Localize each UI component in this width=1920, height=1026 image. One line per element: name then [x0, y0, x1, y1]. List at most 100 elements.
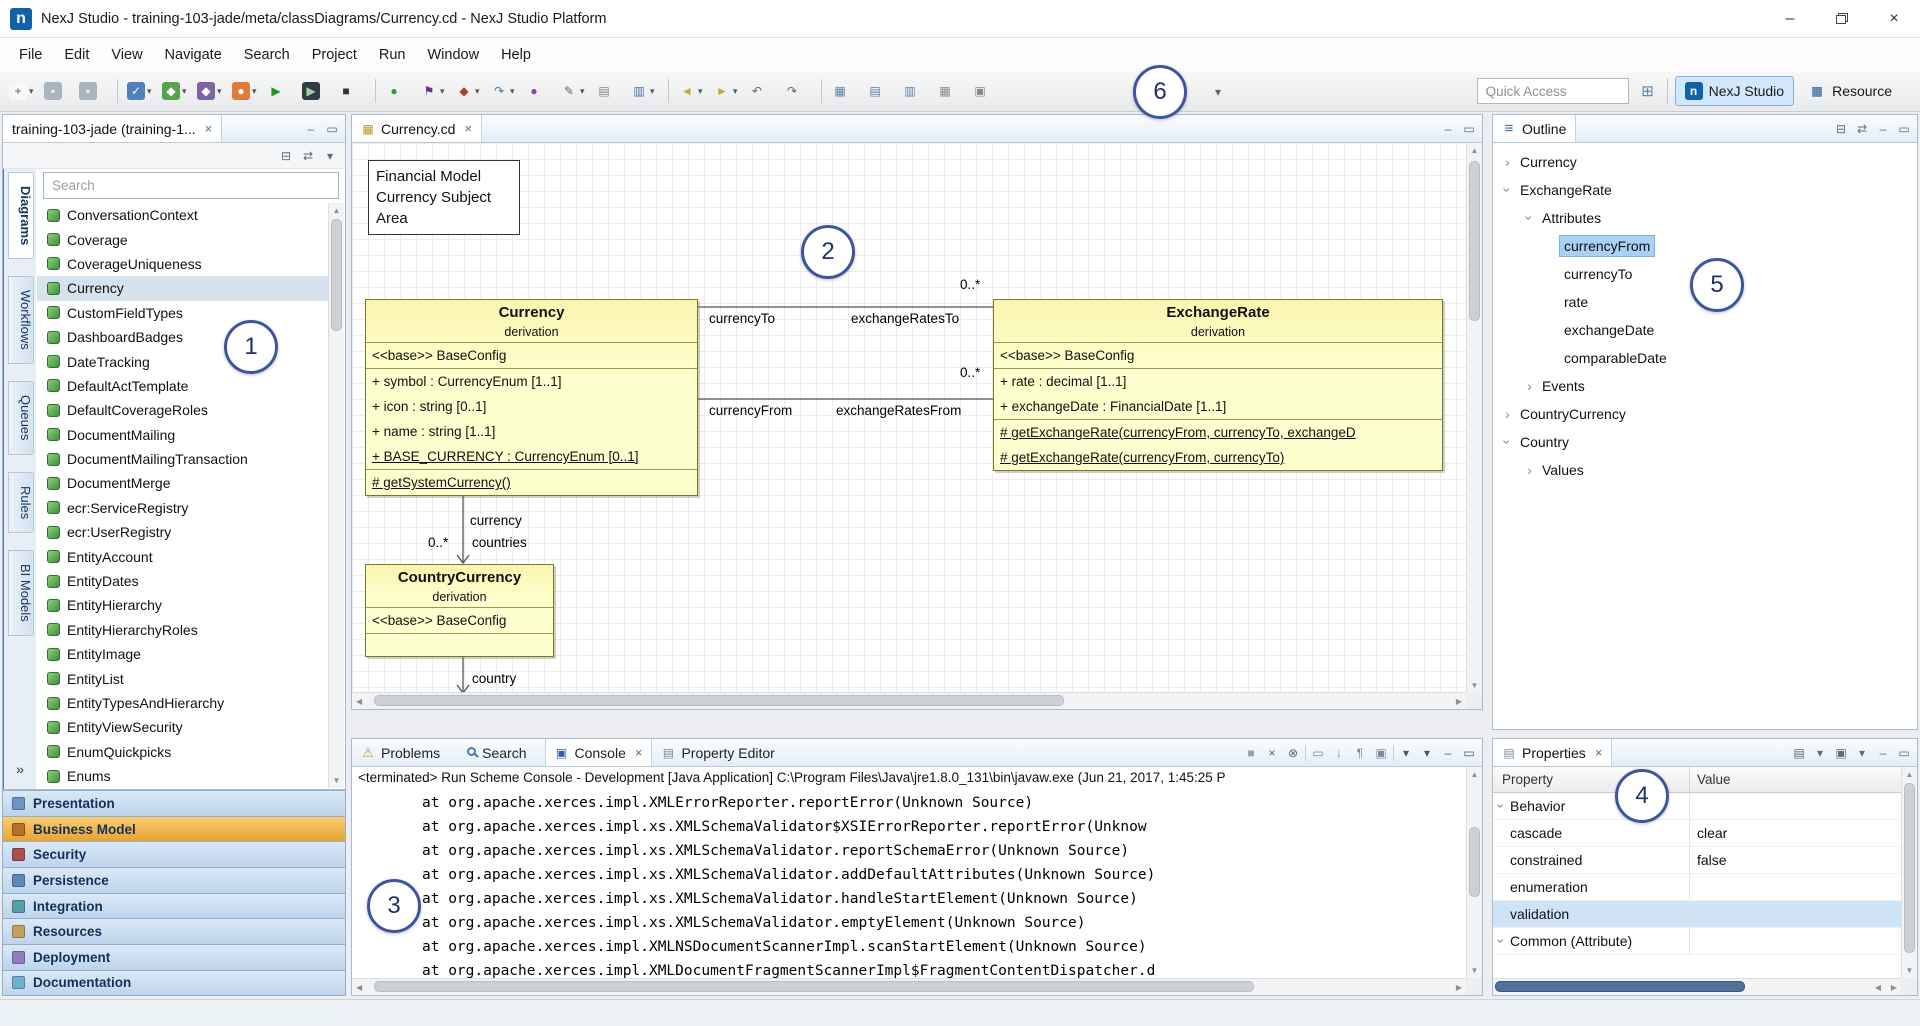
explorer-scrollbar[interactable]: ▲ ▼ [328, 203, 344, 788]
model-list-item[interactable]: DocumentMailingTransaction [37, 447, 344, 471]
view-menu-icon[interactable]: ▾ [321, 146, 339, 166]
forward-icon[interactable]: ► ▾ [711, 77, 744, 105]
console-button[interactable] [1393, 745, 1394, 761]
scrollbar-thumb[interactable] [1495, 981, 1745, 992]
model-list-item[interactable]: CustomFieldTypes [37, 301, 344, 325]
model-list-item[interactable]: ecr:UserRegistry [37, 520, 344, 544]
link-with-editor-icon[interactable]: ⇄ [299, 146, 317, 166]
editor-hscrollbar[interactable]: ◀ ▶ [352, 692, 1466, 709]
menu-item[interactable]: Help [490, 42, 542, 68]
model-list-item[interactable]: EnumQuickpicks [37, 740, 344, 764]
model-list-item[interactable]: Enums [37, 764, 344, 788]
model-list-item[interactable]: ecr:ServiceRegistry [37, 496, 344, 520]
menu-item[interactable]: Navigate [154, 42, 233, 68]
outline-node[interactable]: currencyFrom [1493, 232, 1917, 260]
remove-launch-icon[interactable]: × [1263, 743, 1281, 763]
layer-item[interactable]: Resources [2, 918, 346, 944]
tab-search[interactable]: Search [458, 739, 544, 766]
tab-problems[interactable]: Problems [352, 739, 458, 766]
class-countrycurrency[interactable]: CountryCurrency derivation <<base>> Base… [365, 564, 554, 657]
side-tab[interactable]: Diagrams [8, 172, 34, 259]
side-tab[interactable]: Rules [8, 472, 34, 533]
twistie-icon[interactable]: › [1521, 378, 1538, 394]
maximize-view-icon[interactable]: ▭ [1460, 743, 1478, 763]
property-value[interactable]: clear [1689, 820, 1901, 846]
property-row[interactable]: enumeration [1493, 874, 1901, 901]
maximize-view-icon[interactable]: ▭ [323, 119, 341, 139]
class-exchangerate[interactable]: ExchangeRate derivation <<base>> BaseCon… [993, 299, 1443, 471]
save-icon[interactable]: ▪ [42, 77, 75, 105]
scroll-right-icon[interactable]: ▶ [1456, 983, 1462, 992]
side-tab[interactable]: Queues [8, 381, 34, 455]
display-console-dropdown-icon[interactable]: ▾ [1397, 743, 1415, 763]
model-list-item[interactable]: EntityImage [37, 642, 344, 666]
model-list-item[interactable]: Currency [37, 276, 344, 300]
scrollbar-thumb[interactable] [1469, 161, 1480, 321]
back-icon[interactable]: ◄ ▾ [676, 77, 709, 105]
run-icon[interactable]: ▶ [265, 77, 298, 105]
menu-item[interactable]: Window [416, 42, 490, 68]
outline-node[interactable]: › CountryCurrency [1493, 400, 1917, 428]
model-list-item[interactable]: EntityDates [37, 569, 344, 593]
user-tool-icon[interactable]: ● ▾ [230, 77, 263, 105]
menu-item[interactable]: View [100, 42, 153, 68]
grid-tool-icon[interactable]: ▦ [934, 77, 967, 105]
layer-item[interactable]: Deployment [2, 944, 346, 970]
restore-button[interactable] [1816, 0, 1868, 37]
perspective-resource[interactable]: ▦ Resource [1798, 76, 1902, 106]
menu-item[interactable]: Project [301, 42, 368, 68]
debug-icon[interactable]: ▶ [300, 77, 333, 105]
toolbar-overflow-icon[interactable]: ▾ [1206, 80, 1230, 104]
scroll-down-icon[interactable]: ▼ [1467, 966, 1482, 975]
rows-tool-icon[interactable]: ▤ [864, 77, 897, 105]
scroll-up-icon[interactable]: ▲ [329, 206, 344, 215]
menu-item[interactable]: Edit [53, 42, 100, 68]
minimize-view-icon[interactable]: – [1439, 119, 1457, 139]
twistie-icon[interactable]: › [1499, 406, 1516, 422]
scrollbar-thumb[interactable] [1469, 827, 1480, 897]
scroll-down-icon[interactable]: ▼ [1902, 966, 1917, 975]
maximize-view-icon[interactable]: ▭ [1895, 743, 1913, 763]
scroll-up-icon[interactable]: ▲ [1467, 770, 1482, 779]
model-tool-icon[interactable]: ◆ ▾ [160, 77, 193, 105]
outline-node[interactable]: › Country [1493, 428, 1917, 456]
close-icon[interactable]: × [635, 745, 643, 760]
scroll-down-icon[interactable]: ▼ [329, 776, 344, 785]
edit-tool-icon[interactable]: ✎ ▾ [558, 77, 591, 105]
twistie-icon[interactable]: › [1500, 434, 1516, 451]
class-currency[interactable]: Currency derivation <<base>> BaseConfig … [365, 299, 698, 496]
model-list-item[interactable]: EntityHierarchyRoles [37, 618, 344, 642]
clear-console-icon[interactable]: ▭ [1309, 743, 1327, 763]
model-list-item[interactable]: DocumentMerge [37, 471, 344, 495]
outline-node[interactable]: › ExchangeRate [1493, 176, 1917, 204]
outline-node[interactable]: › Attributes [1493, 204, 1917, 232]
model-list-item[interactable]: ConversationContext [37, 203, 344, 227]
redo-icon[interactable]: ↷ [781, 77, 814, 105]
outline-node[interactable]: exchangeDate [1493, 316, 1917, 344]
twistie-icon[interactable]: › [1521, 462, 1538, 478]
outline-tab[interactable]: Outline [1493, 115, 1576, 142]
explorer-tab[interactable]: training-103-jade (training-1... × [3, 115, 222, 142]
close-icon[interactable]: × [205, 121, 213, 136]
tab-property-editor[interactable]: Property Editor [652, 739, 792, 766]
columns-tool-icon[interactable]: ▥ [899, 77, 932, 105]
diagram-canvas[interactable]: Financial ModelCurrency SubjectArea Curr… [352, 143, 1466, 693]
minimize-view-icon[interactable]: – [1439, 743, 1457, 763]
minimize-view-icon[interactable]: – [1874, 743, 1892, 763]
outline-node[interactable]: › Events [1493, 372, 1917, 400]
property-row[interactable]: › Common (Attribute) [1493, 928, 1901, 955]
side-tab[interactable]: Workflows [8, 276, 34, 364]
console-hscrollbar[interactable]: ◀ ▶ [352, 978, 1466, 995]
close-button[interactable]: × [1868, 0, 1920, 37]
new-wizard-icon[interactable]: + ▾ [7, 77, 40, 105]
close-icon[interactable]: × [464, 121, 472, 136]
outline-node[interactable]: comparableDate [1493, 344, 1917, 372]
menu-item[interactable]: Run [368, 42, 417, 68]
pin-console-icon[interactable]: ▣ [1372, 743, 1390, 763]
minimize-view-icon[interactable]: – [302, 119, 320, 139]
link-with-editor-icon[interactable]: ⇄ [1853, 119, 1871, 139]
scroll-up-icon[interactable]: ▲ [1902, 770, 1917, 779]
properties-hscrollbar[interactable]: ◀ ▶ [1493, 978, 1901, 995]
view-menu-icon[interactable]: ▾ [1853, 743, 1871, 763]
collapse-all-icon[interactable]: ⊟ [1832, 119, 1850, 139]
